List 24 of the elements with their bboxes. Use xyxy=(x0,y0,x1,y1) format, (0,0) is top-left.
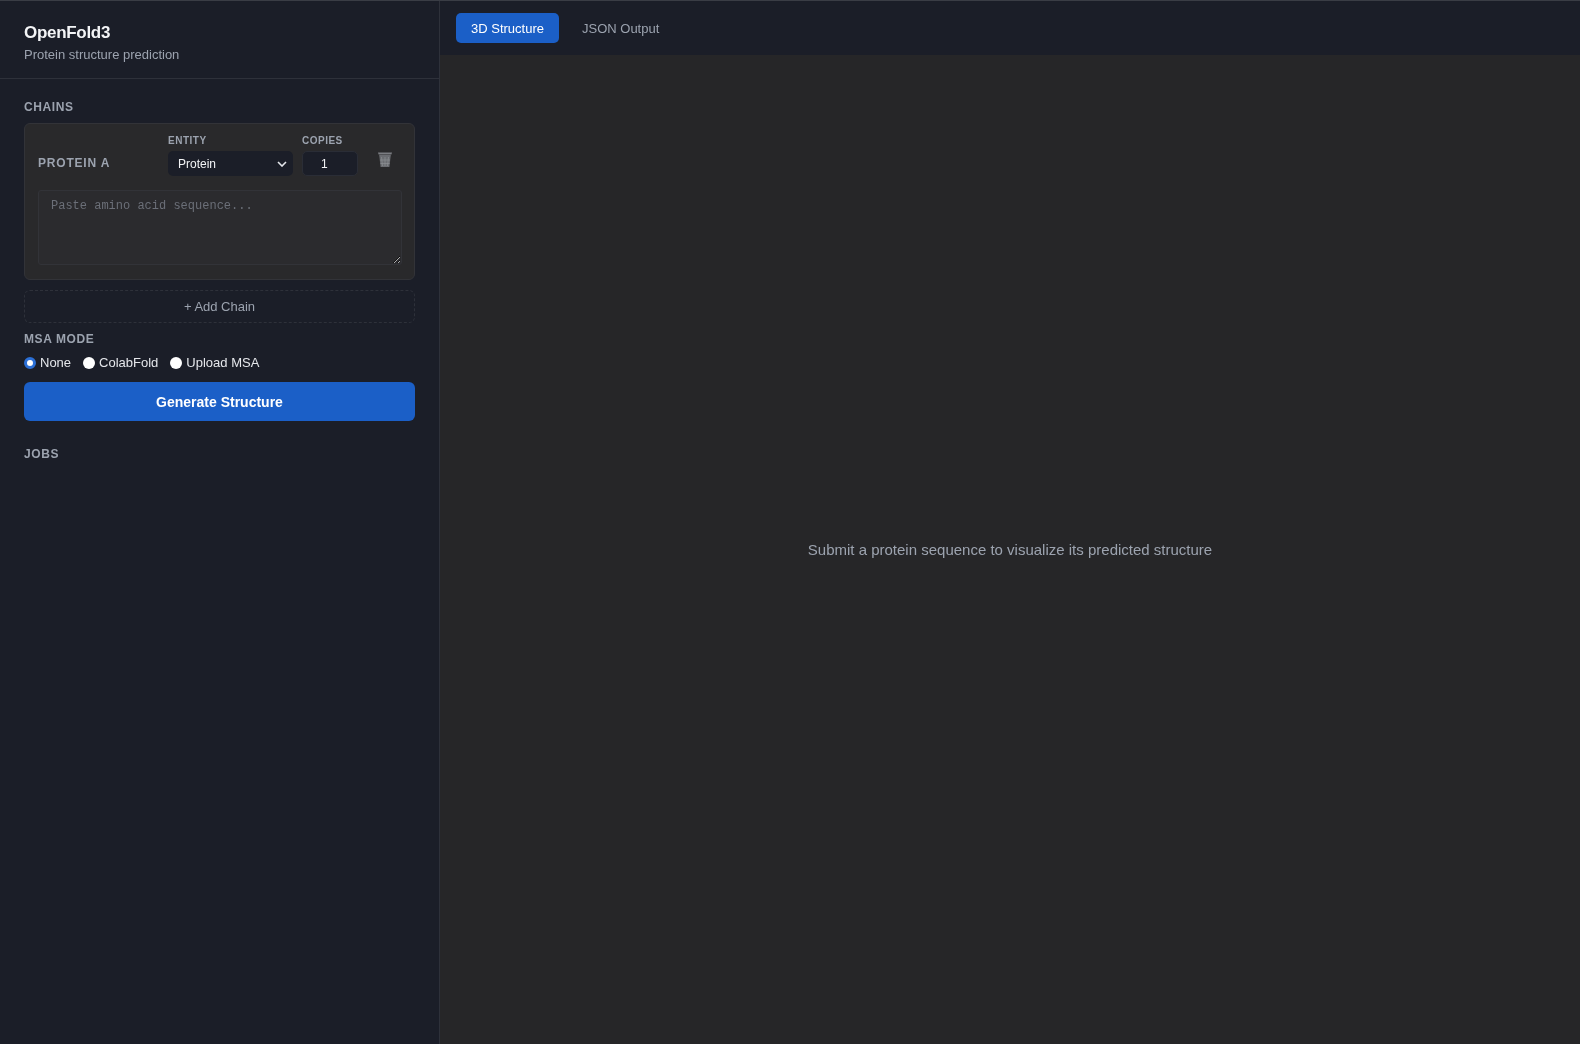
radio-label[interactable]: None xyxy=(40,355,72,370)
copies-input[interactable]: 1 xyxy=(302,151,358,176)
empty-message: Submit a protein sequence to visualize its predicted structure xyxy=(807,541,1213,558)
add-chain-button[interactable]: + Add Chain xyxy=(24,290,415,323)
section-heading: CHAINS xyxy=(24,100,75,114)
radio-button[interactable] xyxy=(170,356,183,369)
chevron-icon xyxy=(277,160,287,167)
radio-label[interactable]: Upload MSA xyxy=(186,355,260,370)
chain-label: PROTEIN A xyxy=(38,155,112,172)
field-label: ENTITY xyxy=(168,135,208,147)
app-title: OpenFold3 xyxy=(24,22,112,44)
section-heading: JOBS xyxy=(24,447,61,461)
tab[interactable]: 3D Structure xyxy=(456,13,559,43)
radio-button[interactable] xyxy=(83,356,96,369)
tab[interactable]: JSON Output xyxy=(567,13,675,43)
entity-select[interactable]: Protein xyxy=(168,151,293,176)
trash-icon xyxy=(377,150,393,168)
radio-label[interactable]: ColabFold xyxy=(99,355,159,370)
radio-button[interactable] xyxy=(24,356,36,369)
sequence-input[interactable]: Paste amino acid sequence... xyxy=(38,190,402,265)
field-label: COPIES xyxy=(302,135,344,147)
section-heading: MSA MODE xyxy=(24,332,96,346)
generate-button[interactable]: Generate Structure xyxy=(24,382,415,421)
app-subtitle: Protein structure prediction xyxy=(24,46,181,64)
